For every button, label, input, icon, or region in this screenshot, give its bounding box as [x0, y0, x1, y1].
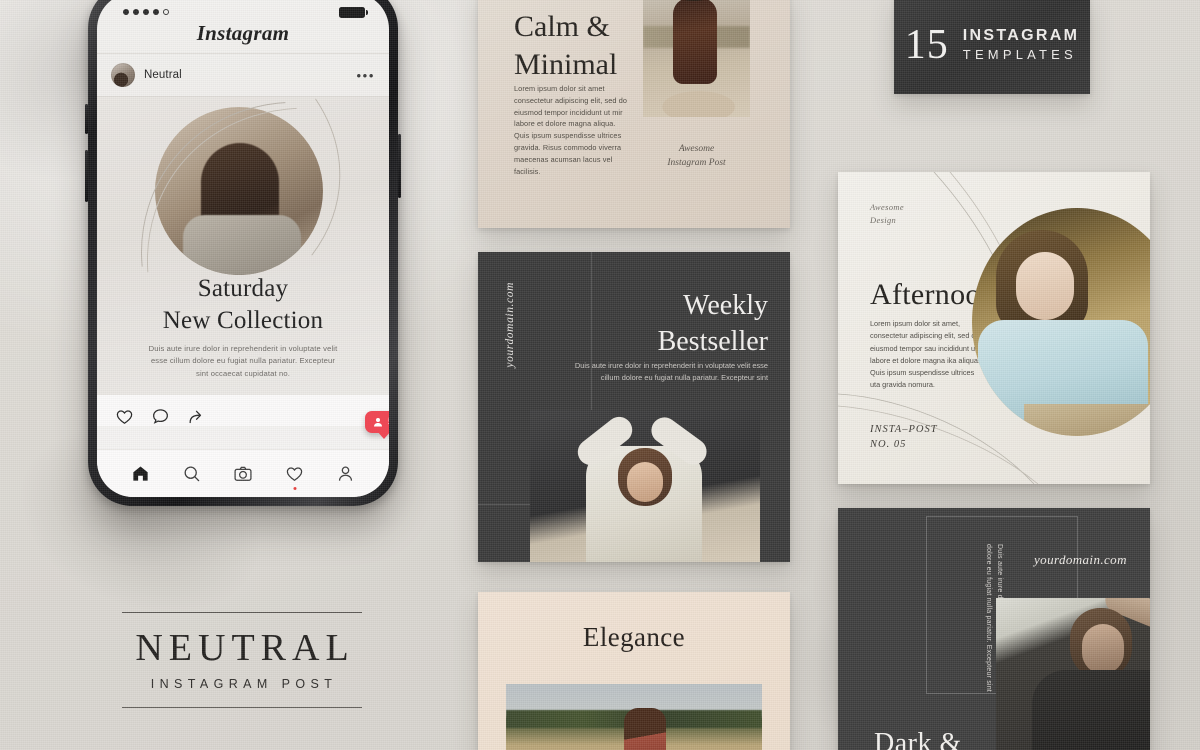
post-actions	[97, 395, 389, 426]
template-count-badge: 15 INSTAGRAM TEMPLATES	[894, 0, 1090, 94]
nav-home-icon[interactable]	[131, 464, 150, 483]
template-count-line2: TEMPLATES	[962, 47, 1077, 63]
weekly-domain-text: yourdomain.com	[504, 282, 516, 368]
template-count-number: 15	[904, 22, 949, 68]
share-icon[interactable]	[187, 407, 206, 426]
nav-profile-icon[interactable]	[336, 464, 355, 483]
weekly-title: Weekly Bestseller	[658, 288, 768, 361]
battery-icon	[339, 6, 368, 18]
calm-title-line1: Calm &	[514, 10, 610, 43]
person-icon	[374, 418, 382, 427]
elegance-photo	[506, 684, 762, 750]
template-card-elegance[interactable]: Elegance	[478, 592, 790, 750]
dark-title: Dark &	[874, 728, 962, 750]
weekly-title-line2: Bestseller	[657, 326, 768, 358]
comment-icon[interactable]	[151, 407, 170, 426]
post-title: Saturday New Collection	[97, 273, 389, 336]
nav-activity-icon[interactable]	[285, 464, 304, 490]
afternoon-photo-trousers	[1024, 404, 1150, 436]
more-options-icon[interactable]: •••	[357, 69, 375, 82]
signal-dots-icon	[123, 9, 169, 15]
dark-photo-face	[1082, 624, 1124, 674]
template-count-labels: INSTAGRAM TEMPLATES	[963, 26, 1079, 64]
post-header: Neutral •••	[97, 54, 389, 96]
template-count-line1: INSTAGRAM	[962, 27, 1080, 45]
phone-screen: Instagram Neutral ••• Saturday New Colle…	[97, 0, 389, 497]
phone-side-button	[398, 134, 401, 198]
account-name[interactable]: Neutral	[144, 69, 182, 81]
brand-rule-top	[122, 612, 362, 613]
heart-icon[interactable]	[115, 407, 134, 426]
post-title-line1: Saturday	[197, 275, 289, 302]
calm-title-line2: Minimal	[514, 48, 618, 82]
weekly-body-text: Duis aute irure dolor in reprehenderit i…	[574, 361, 768, 383]
calm-body-text: Lorem ipsum dolor sit amet consectetur a…	[514, 84, 628, 176]
avatar[interactable]	[111, 63, 135, 87]
calm-photo-figure	[673, 0, 717, 84]
dark-photo-dress	[1032, 670, 1150, 750]
elegance-title: Elegance	[582, 622, 686, 652]
post-image: Saturday New Collection Duis aute irure …	[97, 97, 389, 395]
calm-photo	[643, 0, 750, 117]
calm-caption-line2: Instagram Post	[667, 158, 726, 169]
nav-camera-icon[interactable]	[233, 464, 253, 484]
brand-lockup: NEUTRAL INSTAGRAM POST	[122, 612, 362, 708]
post-title-line2: New Collection	[162, 306, 324, 334]
brand-rule-bottom	[122, 707, 362, 708]
activity-dot-indicator	[293, 487, 296, 490]
post-description: Duis aute irure dolor in reprehenderit i…	[148, 344, 338, 378]
nav-search-icon[interactable]	[182, 464, 201, 483]
afternoon-eyebrow-line2: Design	[870, 215, 897, 225]
afternoon-footer-line1: INSTA–POST	[870, 424, 938, 435]
afternoon-footer-line2: NO. 05	[870, 439, 907, 451]
status-bar	[97, 0, 389, 23]
afternoon-body-text: Lorem ipsum dolor sit amet, consectetur …	[870, 319, 980, 390]
weekly-title-line1: Weekly	[683, 290, 768, 321]
dark-photo	[996, 598, 1150, 750]
brand-name: NEUTRAL	[135, 627, 355, 669]
afternoon-footer: INSTA–POST NO. 05	[870, 422, 938, 452]
calm-caption-line1: Awesome	[678, 144, 715, 154]
elegance-photo-figure	[624, 708, 666, 750]
notification-count: 5	[388, 416, 389, 428]
instagram-wordmark: Instagram	[196, 21, 290, 45]
dark-domain-text: yourdomain.com	[1034, 552, 1127, 567]
phone-mockup: Instagram Neutral ••• Saturday New Colle…	[85, 0, 401, 506]
template-card-dark[interactable]: Duis aute irure dolor in reprehenderit i…	[838, 508, 1150, 750]
calm-title: Calm & Minimal	[514, 8, 617, 85]
afternoon-eyebrow-line1: Awesome	[870, 203, 904, 212]
mockup-canvas: Instagram Neutral ••• Saturday New Colle…	[0, 0, 1200, 750]
afternoon-photo-face	[1016, 252, 1074, 320]
template-card-calm-minimal[interactable]: Calm & Minimal Lorem ipsum dolor sit ame…	[478, 0, 790, 228]
calm-caption: Awesome Instagram Post	[643, 142, 750, 171]
brand-subtitle: INSTAGRAM POST	[150, 677, 338, 691]
template-card-afternoon[interactable]: Awesome Design Afternoon Lorem ipsum dol…	[838, 172, 1150, 484]
weekly-photo-face	[627, 462, 663, 502]
notification-badge: 5	[365, 411, 389, 433]
dark-rotated-text: Duis aute irure dolor in reprehenderit i…	[985, 544, 1003, 750]
weekly-photo	[530, 410, 760, 562]
template-card-weekly-bestseller[interactable]: yourdomain.com Weekly Bestseller Duis au…	[478, 252, 790, 562]
bottom-nav-bar	[97, 449, 389, 497]
afternoon-eyebrow: Awesome Design	[870, 202, 904, 227]
